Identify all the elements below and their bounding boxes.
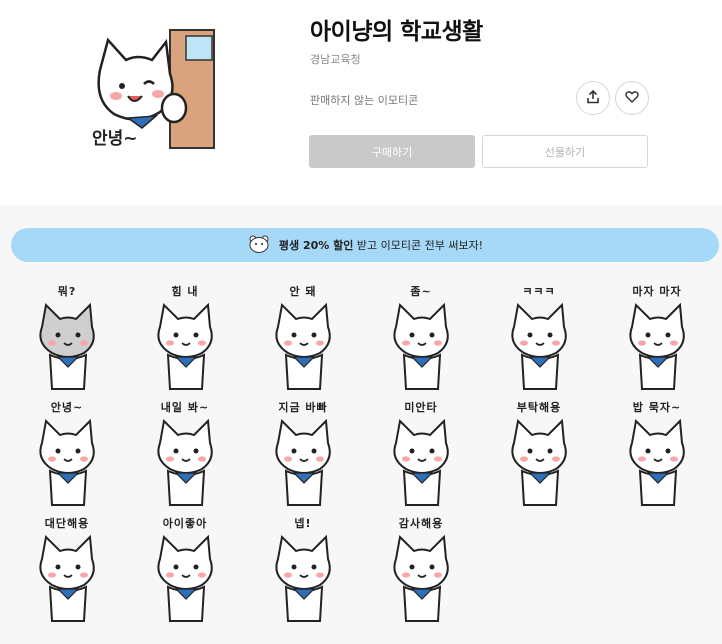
- sticker-item[interactable]: ㅋㅋㅋ: [484, 283, 594, 393]
- thumbnail-caption: 안녕~: [92, 128, 138, 149]
- cat-character-illustration: [157, 418, 213, 506]
- sticker-item[interactable]: 힘 내: [130, 283, 240, 393]
- product-title: 아이냥의 학교생활: [310, 19, 483, 45]
- cat-character-illustration: [393, 418, 449, 506]
- sticker-item[interactable]: 좀~: [366, 283, 476, 393]
- product-header: 안녕~ 아이냥의 학교생활 경남교육청 판매하지 않는 이모티콘 구매하기 선물…: [0, 0, 722, 205]
- cat-character-illustration: [629, 418, 685, 506]
- cat-character-illustration: [157, 302, 213, 390]
- cat-character-illustration: [157, 534, 213, 622]
- heart-icon: [625, 89, 639, 108]
- cat-character-illustration: [629, 302, 685, 390]
- share-icon: [586, 89, 600, 108]
- discount-banner[interactable]: 평생 20% 할인 받고 이모티콘 전부 써보자!: [11, 228, 719, 262]
- sticker-item[interactable]: 안 돼: [248, 283, 358, 393]
- sticker-preview-area: 평생 20% 할인 받고 이모티콘 전부 써보자! 뭐? 힘 내안 돼 좀~ ㅋㅋㅋ 마…: [0, 205, 722, 644]
- sticker-item[interactable]: 지금 바빠: [248, 399, 358, 509]
- sticker-item[interactable]: 아이좋아: [130, 515, 240, 625]
- sale-notice: 판매하지 않는 이모티콘: [310, 94, 419, 107]
- cat-character-illustration: [275, 302, 331, 390]
- sticker-item[interactable]: 넵!: [248, 515, 358, 625]
- product-thumbnail: 안녕~: [78, 26, 228, 176]
- cat-character-illustration: [393, 534, 449, 622]
- cat-character-illustration: [393, 302, 449, 390]
- sticker-item[interactable]: 마자 마자: [602, 283, 712, 393]
- cat-character-illustration: [275, 418, 331, 506]
- sticker-item[interactable]: 미안타: [366, 399, 476, 509]
- sticker-item[interactable]: 밥 묵자~: [602, 399, 712, 509]
- bear-mascot-icon: [247, 234, 271, 257]
- gift-button[interactable]: 선물하기: [482, 135, 648, 168]
- sticker-item[interactable]: 안녕~: [12, 399, 122, 509]
- share-button[interactable]: [576, 81, 610, 115]
- like-button[interactable]: [615, 81, 649, 115]
- sticker-item[interactable]: 뭐?: [12, 283, 122, 393]
- sticker-item[interactable]: 대단해용: [12, 515, 122, 625]
- cat-character-illustration: [511, 302, 567, 390]
- cat-character-illustration: [275, 534, 331, 622]
- cat-character-illustration: [39, 534, 95, 622]
- banner-highlight: 평생 20% 할인: [278, 239, 354, 252]
- sticker-item[interactable]: 부탁해용: [484, 399, 594, 509]
- product-author[interactable]: 경남교육청: [310, 51, 361, 67]
- cat-character-illustration: [511, 418, 567, 506]
- banner-text: 받고 이모티콘 전부 써보자!: [356, 239, 484, 252]
- sticker-item[interactable]: 감사해용: [366, 515, 476, 625]
- cat-character-illustration: [39, 418, 95, 506]
- sticker-item[interactable]: 내일 봐~: [130, 399, 240, 509]
- cat-character-illustration: [39, 302, 95, 390]
- buy-button[interactable]: 구매하기: [309, 135, 475, 168]
